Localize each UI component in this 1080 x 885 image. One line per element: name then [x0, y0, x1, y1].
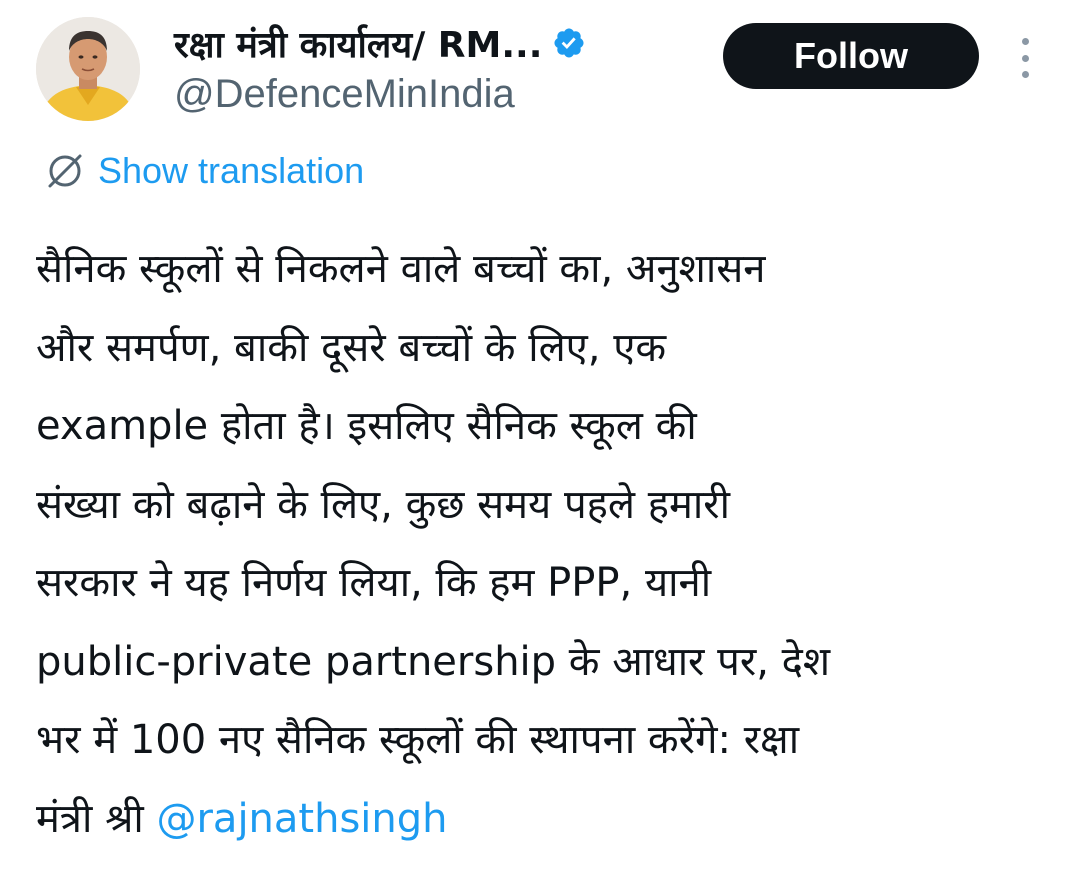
- tweet-line: सरकार ने यह निर्णय लिया, कि हम PPP, यानी: [36, 560, 712, 606]
- tweet-line: public-private partnership के आधार पर, द…: [36, 638, 831, 685]
- verified-badge-icon: [554, 28, 584, 58]
- avatar[interactable]: [36, 17, 140, 121]
- user-handle[interactable]: @DefenceMinIndia: [174, 72, 515, 117]
- more-dot: [1021, 54, 1029, 62]
- tweet-line: example होता है। इसलिए सैनिक स्कूल की: [36, 403, 697, 449]
- more-vertical-icon[interactable]: [1012, 38, 1038, 78]
- display-name[interactable]: रक्षा मंत्री कार्यालय/ RM...: [174, 19, 542, 68]
- more-dot: [1021, 38, 1029, 45]
- follow-button[interactable]: Follow: [723, 23, 979, 89]
- tweet-line: भर में 100 नए सैनिक स्कूलों की स्थापना क…: [36, 717, 800, 763]
- tweet-line: और समर्पण, बाकी दूसरे बच्चों के लिए, एक: [36, 324, 667, 371]
- tweet-line-last: मंत्री श्री @rajnathsingh: [36, 780, 1056, 859]
- tweet-line: सैनिक स्कूलों से निकलने वाले बच्चों का, …: [36, 246, 766, 292]
- tweet-line: संख्या को बढ़ाने के लिए, कुछ समय पहले हम…: [36, 481, 730, 528]
- tweet-line-prefix: मंत्री श्री: [36, 795, 157, 842]
- globe-translate-icon: [48, 154, 82, 188]
- tweet-header: रक्षा मंत्री कार्यालय/ RM... @DefenceMin…: [0, 0, 1080, 140]
- display-name-row[interactable]: रक्षा मंत्री कार्यालय/ RM...: [174, 18, 586, 68]
- show-translation-link[interactable]: Show translation: [44, 146, 364, 196]
- mention-link[interactable]: @rajnathsingh: [156, 796, 447, 842]
- profile-photo: [36, 17, 140, 121]
- more-dot: [1021, 71, 1029, 78]
- show-translation-label[interactable]: Show translation: [98, 150, 364, 192]
- tweet-text: सैनिक स्कूलों से निकलने वाले बच्चों का, …: [36, 230, 1056, 858]
